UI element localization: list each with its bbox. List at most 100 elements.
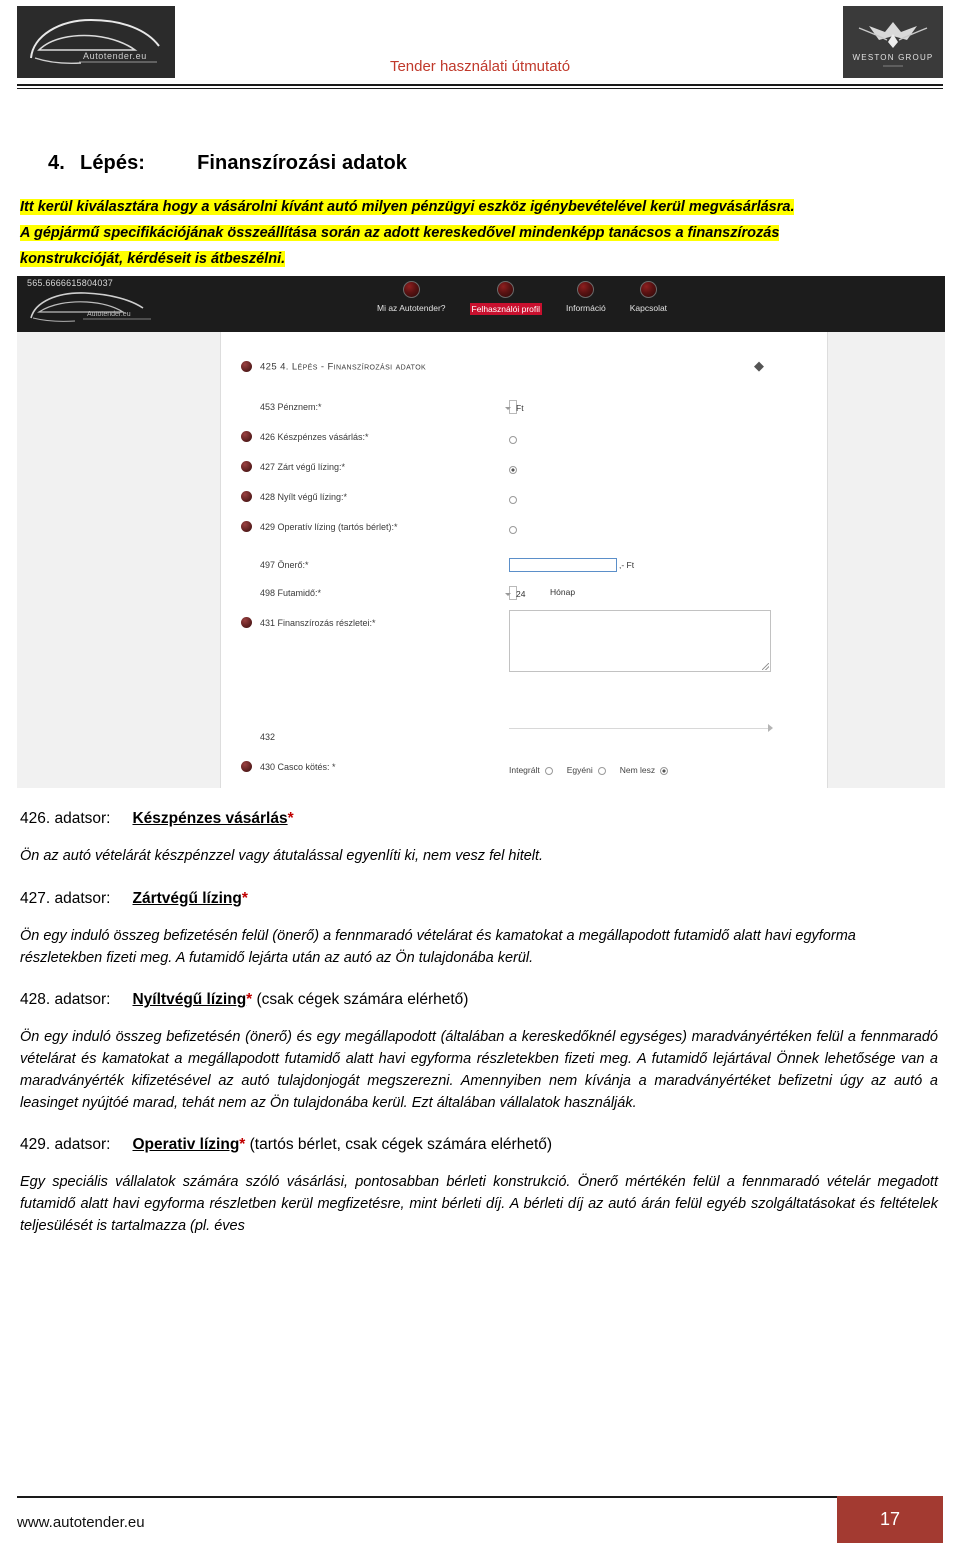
- info-icon: [577, 281, 595, 299]
- adatsor-term: Operativ lízing: [132, 1136, 240, 1154]
- step-title: Finanszírozási adatok: [197, 152, 408, 174]
- radio-operativ-lizing[interactable]: [509, 525, 517, 534]
- section-heading-429: 429. adatsor: Operativ lízing* (tartós bé…: [20, 1136, 938, 1154]
- currency-select[interactable]: Ft: [505, 400, 524, 415]
- form-row-control: ,- Ft: [509, 556, 634, 574]
- adatsor-note: (tartós bérlet, csak cégek számára elérh…: [245, 1136, 553, 1154]
- section-description-428: Ön egy induló összeg befizetésén (önerő)…: [20, 1029, 938, 1111]
- currency-select-value: Ft: [516, 403, 524, 414]
- page-title: 4. Lépés: Finanszírozási adatok: [0, 152, 960, 175]
- document-header-title: Tender használati útmutató: [389, 58, 571, 75]
- form-row-nyilt-vegu-lizing: 428 Nyílt végű lízing:*: [241, 488, 809, 506]
- required-asterisk: *: [287, 810, 294, 828]
- form-row-control: [509, 461, 517, 479]
- page-header: Autotender.eu WESTON GROUP Tender haszná…: [0, 0, 960, 89]
- nav-label: Kapcsolat: [629, 303, 668, 314]
- adatsor-term: Készpénzes vásárlás: [132, 810, 288, 828]
- nav-item-informacio[interactable]: Információ: [566, 281, 606, 313]
- adatsor-lead: 427. adatsor:: [20, 889, 111, 907]
- adatsor-lead: 426. adatsor:: [20, 810, 111, 828]
- page-footer: www.autotender.eu 17: [0, 1488, 960, 1552]
- radio-keszpenzes-vasarlas[interactable]: [509, 435, 517, 444]
- chevron-down-icon: [505, 593, 511, 597]
- footer-url: www.autotender.eu: [17, 1514, 145, 1531]
- section-description-426: Ön az autó vételárát készpénzzel vagy át…: [20, 848, 544, 865]
- futamido-select-value: 24: [516, 589, 526, 600]
- radio-nyilt-vegu-lizing[interactable]: [509, 495, 517, 504]
- svg-text:Autotender.eu: Autotender.eu: [87, 311, 131, 318]
- required-asterisk: *: [241, 889, 248, 907]
- help-bullet-icon[interactable]: [241, 761, 252, 773]
- form-row-control: Integrált Egyéni Nem lesz: [509, 760, 669, 778]
- section-heading-427: 427. adatsor: Zártvégű lízing*: [20, 890, 938, 908]
- nav-label: Mi az Autotender?: [377, 303, 446, 314]
- nav-item-mi-az-autotender[interactable]: Mi az Autotender?: [377, 281, 446, 313]
- section-heading-428: 428. adatsor: Nyíltvégű lízing* (csak cég…: [20, 991, 938, 1009]
- step-number: 4.: [48, 152, 65, 174]
- section-heading-426: 426. adatsor: Készpénzes vásárlás*: [20, 810, 938, 828]
- app-body: 425 4. Lépés - Finanszírozási adatok ◆ 4…: [17, 332, 945, 789]
- radio-casco-integralt[interactable]: [544, 766, 553, 775]
- form-row-casco-kotes: 430 Casco kötés: * Integrált Egyéni Nem le…: [241, 758, 809, 776]
- adatsor-lead: 429. adatsor:: [20, 1136, 111, 1154]
- help-bullet-icon[interactable]: [241, 521, 252, 533]
- help-bullet-icon[interactable]: [241, 461, 252, 473]
- form-row-control: Ft: [505, 397, 524, 415]
- header-divider-secondary: [17, 88, 943, 89]
- footer-divider: [17, 1496, 943, 1498]
- form-row-operativ-lizing: 429 Operatív lízing (tartós bérlet):*: [241, 518, 809, 536]
- resize-handle-icon[interactable]: [762, 663, 769, 671]
- finanszirozas-textarea[interactable]: [509, 610, 771, 673]
- intro-line-1: Itt kerül kiválasztára hogy a vásárolni …: [20, 199, 795, 215]
- chevron-down-icon: [505, 407, 511, 411]
- form-row-onero: 497 Önerő:* ,- Ft: [241, 556, 809, 574]
- form-row-label: 497 Önerő:*: [260, 559, 309, 570]
- form-row-keszpenzes-vasarlas: 426 Készpénzes vásárlás:*: [241, 428, 809, 446]
- page-number-badge: 17: [837, 1496, 943, 1543]
- futamido-select[interactable]: 24: [505, 586, 525, 601]
- radio-casco-egyeni[interactable]: [597, 766, 606, 775]
- form-row-label: 428 Nyílt végű lízing:*: [260, 491, 348, 502]
- section-description-427: Ön egy induló összeg befizetésén felül (…: [20, 927, 856, 966]
- form-row-penznem: 453 Pénznem:* Ft: [241, 398, 809, 416]
- slider-knob-icon[interactable]: [768, 724, 773, 733]
- document-content: 4. Lépés: Finanszírozási adatok Itt kerül …: [0, 96, 960, 1238]
- embedded-app-screenshot: 565.6666615804037 Autotender.eu Mi az Au…: [17, 276, 945, 789]
- casco-radio-group: Integrált Egyéni Nem lesz: [509, 765, 669, 775]
- form-row-zart-vegu-lizing: 427 Zárt végű lízing:*: [241, 458, 809, 476]
- radio-casco-nem-lesz[interactable]: [660, 766, 669, 775]
- nav-item-kapcsolat[interactable]: Kapcsolat: [630, 281, 667, 313]
- question-icon: [402, 281, 420, 299]
- step-label: Lépés:: [80, 152, 146, 174]
- help-bullet-icon[interactable]: [241, 617, 252, 629]
- form-row-control: [509, 491, 517, 509]
- futamido-unit: Hónap: [550, 586, 576, 597]
- intro-line-3: konstrukcióját, kérdéseit is átbeszélni.: [20, 251, 286, 268]
- app-serial-number: 565.6666615804037: [27, 278, 113, 289]
- onero-input[interactable]: [509, 557, 617, 572]
- form-row-label: 432: [260, 731, 276, 742]
- form-divider-line: [509, 724, 773, 733]
- contact-icon: [639, 281, 657, 299]
- form-row-432: 432: [241, 728, 809, 746]
- form-row-futamido: 498 Futamidő:* 24 Hónap: [241, 584, 809, 602]
- adatsor-lead: 428. adatsor:: [20, 991, 111, 1009]
- nav-label: Felhasználói profil: [469, 303, 543, 316]
- app-navbar: 565.6666615804037 Autotender.eu Mi az Au…: [17, 276, 945, 333]
- form-row-label: 429 Operatív lízing (tartós bérlet):*: [260, 521, 398, 532]
- app-logo: Autotender.eu: [23, 284, 173, 328]
- onero-suffix: ,- Ft: [619, 559, 635, 570]
- help-bullet-icon[interactable]: [241, 491, 252, 503]
- form-section-title: 425 4. Lépés - Finanszírozási adatok: [260, 361, 427, 373]
- intro-line-2: A gépjármű specifikációjának összeállítá…: [20, 225, 780, 242]
- section-description-429: Egy speciális vállalatok számára szóló v…: [20, 1174, 938, 1234]
- help-bullet-icon[interactable]: [241, 431, 252, 443]
- nav-item-felhasznaloi-profil[interactable]: Felhasználói profil: [469, 281, 543, 316]
- radio-zart-vegu-lizing[interactable]: [509, 465, 517, 474]
- form-row-label: 431 Finanszírozás részletei:*: [260, 617, 376, 628]
- form-row-control: 24 Hónap: [505, 583, 576, 601]
- help-bullet-icon[interactable]: [241, 361, 252, 373]
- explanation-sections: 426. adatsor: Készpénzes vásárlás* Ön az …: [0, 810, 960, 1238]
- form-row-label: 427 Zárt végű lízing:*: [260, 461, 346, 472]
- intro-paragraph: Itt kerül kiválasztára hogy a vásárolni …: [0, 197, 960, 270]
